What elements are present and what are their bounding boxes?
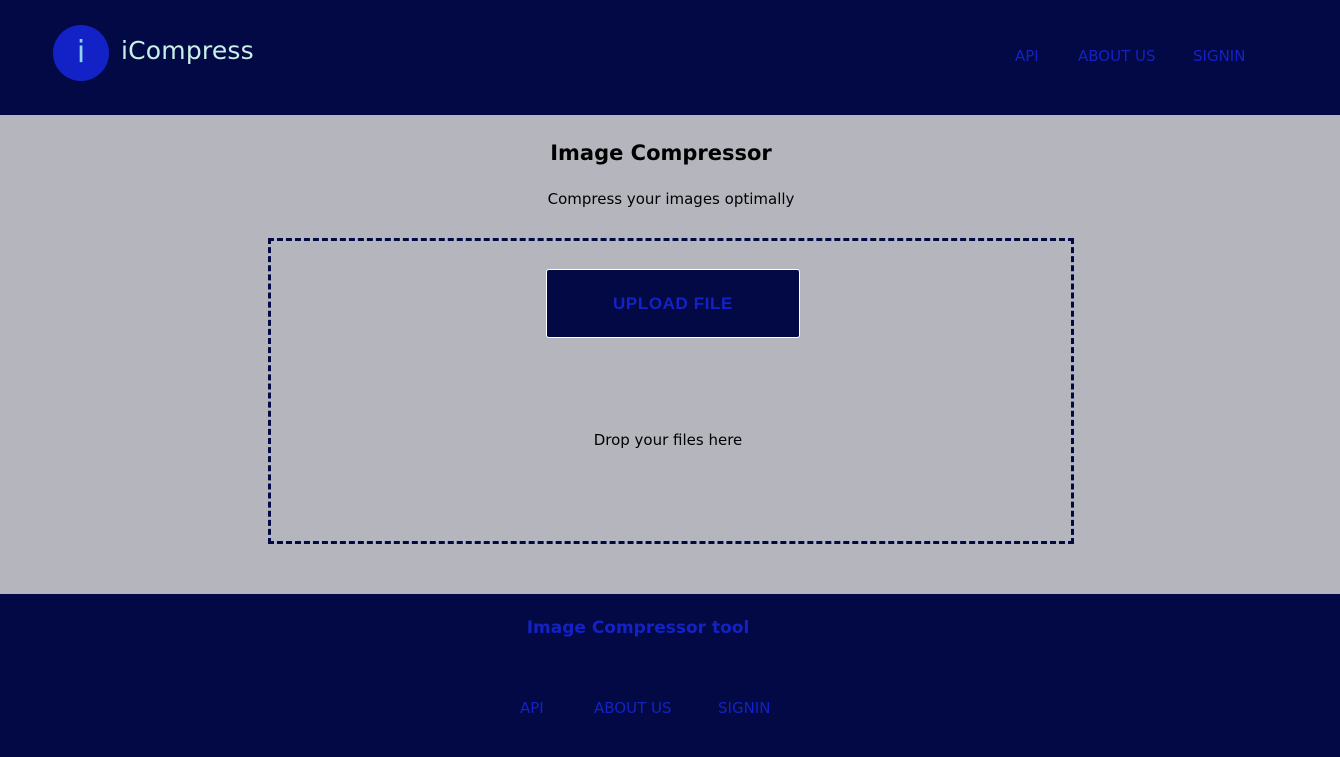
main-content: Image Compressor Compress your images op… xyxy=(0,115,1340,594)
footer-link-about-us[interactable]: ABOUT US xyxy=(594,698,672,718)
page-subtitle: Compress your images optimally xyxy=(547,190,795,208)
nav-link-signin[interactable]: SIGNIN xyxy=(1193,46,1245,66)
footer-link-signin[interactable]: SIGNIN xyxy=(718,698,770,718)
nav-link-api[interactable]: API xyxy=(1015,46,1039,66)
brand-name[interactable]: iCompress xyxy=(121,34,254,68)
dropzone-label: Drop your files here xyxy=(593,431,743,449)
page-title: Image Compressor xyxy=(550,141,772,165)
logo-icon[interactable]: i xyxy=(53,25,109,81)
nav-link-about-us[interactable]: ABOUT US xyxy=(1078,46,1156,66)
upload-file-button[interactable]: UPLOAD FILE xyxy=(546,269,800,338)
footer-link-api[interactable]: API xyxy=(520,698,544,718)
site-header: i iCompress API ABOUT US SIGNIN xyxy=(0,0,1340,115)
site-footer: Image Compressor tool API ABOUT US SIGNI… xyxy=(0,594,1340,757)
file-dropzone[interactable]: UPLOAD FILE Drop your files here xyxy=(268,238,1074,544)
footer-title: Image Compressor tool xyxy=(526,618,750,638)
